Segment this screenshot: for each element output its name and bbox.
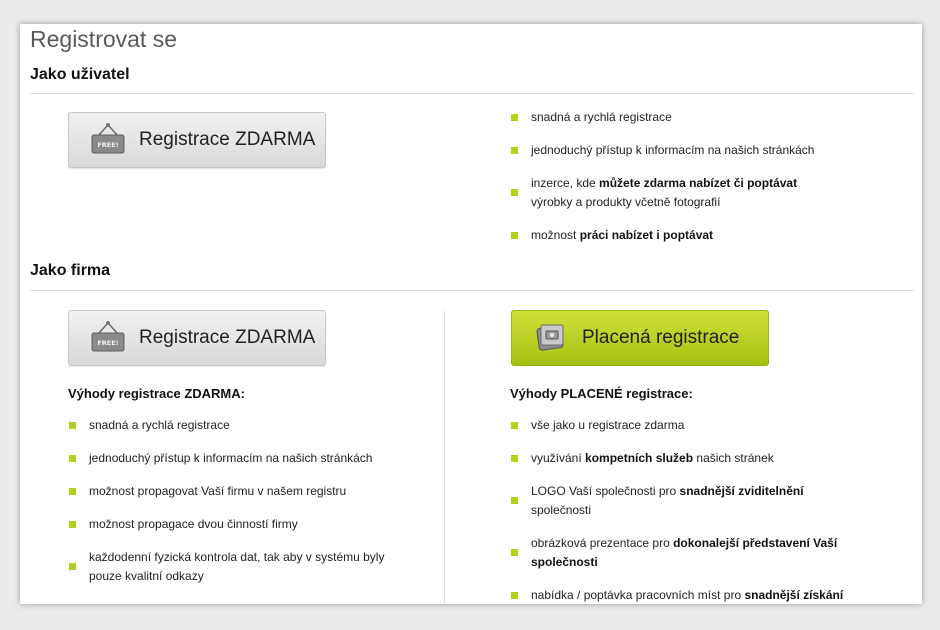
- bullet-icon: [511, 422, 518, 429]
- bold-text: kompetních služeb: [585, 451, 694, 465]
- list-item: možnost propagovat Vaší firmu v našem re…: [68, 482, 418, 501]
- bold-text: snadnější zviditelnění: [679, 484, 804, 498]
- bullet-icon: [511, 232, 518, 239]
- divider: [30, 93, 914, 94]
- company-free-registration-label: Registrace ZDARMA: [139, 327, 316, 348]
- list-item: možnost práci nabízet i poptávat: [510, 226, 910, 245]
- list-item: jednoduchý přístup k informacím na našic…: [68, 449, 418, 468]
- text: využívání: [531, 451, 586, 465]
- user-benefits-list: snadná a rychlá registrace jednoduchý pří…: [510, 108, 910, 259]
- bullet-icon: [511, 147, 518, 154]
- svg-text:FREE!: FREE!: [97, 339, 118, 347]
- paid-registration-label: Placená registrace: [582, 327, 740, 348]
- bold-text: snadnější získání: [744, 588, 844, 602]
- bullet-icon: [511, 592, 518, 599]
- text: inzerce, kde: [531, 176, 600, 190]
- svg-text:FREE!: FREE!: [97, 141, 118, 149]
- list-item: využívání kompetních služeb našich strán…: [510, 449, 870, 468]
- wallet-icon: [536, 324, 564, 351]
- bold-text: práci nabízet i poptávat: [579, 228, 714, 242]
- text: pouze kvalitní odkazy: [89, 569, 204, 583]
- registration-page: Registrovat se Jako uživatel FREE! Regis…: [20, 24, 922, 604]
- free-tag-icon: FREE!: [91, 321, 125, 352]
- free-tag-icon: FREE!: [91, 123, 125, 154]
- text: možnost: [531, 228, 580, 242]
- bullet-icon: [511, 549, 518, 556]
- text: LOGO Vaší společnosti pro: [531, 484, 680, 498]
- text: možnost propagovat Vaší firmu v našem re…: [89, 484, 347, 498]
- bullet-icon: [69, 521, 76, 528]
- user-section-heading: Jako uživatel: [30, 66, 130, 83]
- bullet-icon: [511, 497, 518, 504]
- text: možnost propagace dvou činností firmy: [89, 517, 298, 531]
- text: vše jako u registrace zdarma: [531, 418, 685, 432]
- text: každodenní fyzická kontrola dat, tak aby…: [89, 550, 385, 564]
- bullet-icon: [69, 455, 76, 462]
- text: snadná a rychlá registrace: [89, 418, 230, 432]
- company-free-registration-button[interactable]: FREE! Registrace ZDARMA: [68, 310, 326, 366]
- paid-benefits-heading: Výhody PLACENÉ registrace:: [510, 386, 693, 401]
- list-item: nabídka / poptávka pracovních míst pro s…: [510, 586, 870, 604]
- paid-benefits-list: vše jako u registrace zdarma využívání ko…: [510, 416, 870, 604]
- text: našich stránek: [693, 451, 774, 465]
- text: výrobky a produkty včetně fotografií: [531, 195, 721, 209]
- company-section-heading: Jako firma: [30, 262, 111, 279]
- user-free-registration-button[interactable]: FREE! Registrace ZDARMA: [68, 112, 326, 168]
- bullet-icon: [69, 488, 76, 495]
- list-item: inzerce, kde můžete zdarma nabízet či po…: [510, 174, 910, 212]
- text: obrázková prezentace pro: [531, 536, 674, 550]
- bullet-icon: [511, 455, 518, 462]
- free-benefits-heading: Výhody registrace ZDARMA:: [68, 386, 245, 401]
- column-divider: [444, 311, 445, 604]
- list-item: obrázková prezentace pro dokonalejší pře…: [510, 534, 870, 572]
- bullet-icon: [69, 422, 76, 429]
- bullet-icon: [511, 189, 518, 196]
- text: jednoduchý přístup k informacím na našic…: [89, 451, 373, 465]
- free-benefits-list: snadná a rychlá registrace jednoduchý pří…: [68, 416, 418, 600]
- list-item: snadná a rychlá registrace: [510, 108, 910, 127]
- bold-text: můžete zdarma nabízet či poptávat: [599, 176, 798, 190]
- list-item: vše jako u registrace zdarma: [510, 416, 870, 435]
- bullet-icon: [511, 114, 518, 121]
- paid-registration-button[interactable]: Placená registrace: [511, 310, 769, 366]
- list-item: jednoduchý přístup k informacím na našic…: [510, 141, 910, 160]
- list-item: možnost propagace dvou činností firmy: [68, 515, 418, 534]
- list-item: snadná a rychlá registrace: [68, 416, 418, 435]
- text: společnosti: [531, 503, 592, 517]
- bold-text: dokonalejší představení Vaší: [673, 536, 838, 550]
- user-free-registration-label: Registrace ZDARMA: [139, 129, 316, 150]
- text: snadná a rychlá registrace: [531, 110, 672, 124]
- list-item: každodenní fyzická kontrola dat, tak aby…: [68, 548, 418, 586]
- text: nabídka / poptávka pracovních míst pro: [531, 588, 745, 602]
- text: jednoduchý přístup k informacím na našic…: [531, 143, 815, 157]
- bold-text: společnosti: [531, 555, 598, 569]
- list-item: LOGO Vaší společnosti pro snadnější zvid…: [510, 482, 870, 520]
- page-title: Registrovat se: [30, 26, 178, 52]
- bullet-icon: [69, 563, 76, 570]
- divider: [30, 290, 914, 291]
